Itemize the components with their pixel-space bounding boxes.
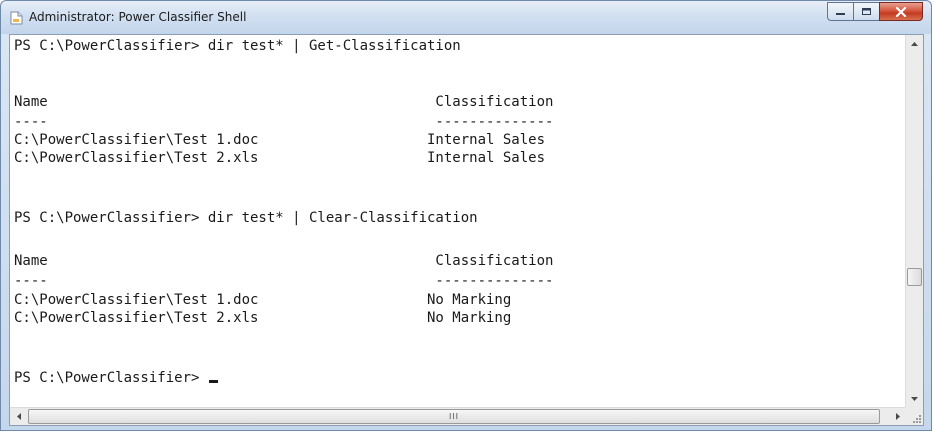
- console-line: C:\PowerClassifier\Test 2.xls Internal S…: [14, 150, 546, 166]
- console-line: PS C:\PowerClassifier> dir test* | Clear…: [14, 210, 478, 226]
- prompt-text: PS C:\PowerClassifier>: [14, 370, 208, 386]
- scrollbar-corner: [905, 407, 923, 425]
- vertical-scrollbar[interactable]: [905, 35, 923, 407]
- console-line: ---- --------------: [14, 273, 554, 289]
- console-line: C:\PowerClassifier\Test 1.doc No Marking: [14, 292, 512, 308]
- title-bar[interactable]: Administrator: Power Classifier Shell: [1, 1, 931, 34]
- minimize-icon: [836, 12, 845, 15]
- scroll-down-arrow-icon: [911, 396, 918, 401]
- scroll-right-arrow-icon: [895, 413, 900, 420]
- horizontal-scrollbar[interactable]: III: [10, 407, 906, 425]
- window-controls: [827, 2, 923, 22]
- console-line: C:\PowerClassifier\Test 1.doc Internal S…: [14, 132, 546, 148]
- scroll-up-button[interactable]: [906, 35, 923, 52]
- console-line: Name Classification: [14, 94, 554, 110]
- scroll-left-button[interactable]: [10, 408, 27, 425]
- maximize-button[interactable]: [853, 2, 880, 21]
- console-line: PS C:\PowerClassifier> dir test* | Get-C…: [14, 38, 461, 54]
- close-button[interactable]: [879, 2, 923, 21]
- horizontal-scroll-thumb[interactable]: III: [28, 409, 880, 424]
- scroll-grip: III: [448, 411, 460, 421]
- prompt-line: PS C:\PowerClassifier>: [14, 369, 218, 387]
- resize-grip-icon[interactable]: [911, 413, 921, 423]
- console-frame: PS C:\PowerClassifier> dir test* | Get-C…: [9, 34, 924, 426]
- scroll-right-button[interactable]: [889, 408, 906, 425]
- text-cursor: [208, 380, 218, 383]
- vertical-scroll-thumb[interactable]: [907, 268, 922, 286]
- window-title: Administrator: Power Classifier Shell: [29, 10, 247, 24]
- close-icon: [895, 6, 907, 17]
- console-line: ---- --------------: [14, 114, 554, 130]
- console-line: C:\PowerClassifier\Test 2.xls No Marking: [14, 310, 512, 326]
- scroll-left-arrow-icon: [16, 413, 21, 420]
- scroll-down-button[interactable]: [906, 390, 923, 407]
- console-icon: [10, 11, 23, 25]
- maximize-icon: [862, 8, 871, 15]
- console-window: Administrator: Power Classifier Shell PS…: [0, 0, 932, 431]
- scroll-up-arrow-icon: [911, 41, 918, 46]
- console-output[interactable]: PS C:\PowerClassifier> dir test* | Get-C…: [10, 35, 906, 407]
- console-line: Name Classification: [14, 253, 554, 269]
- minimize-button[interactable]: [827, 2, 854, 21]
